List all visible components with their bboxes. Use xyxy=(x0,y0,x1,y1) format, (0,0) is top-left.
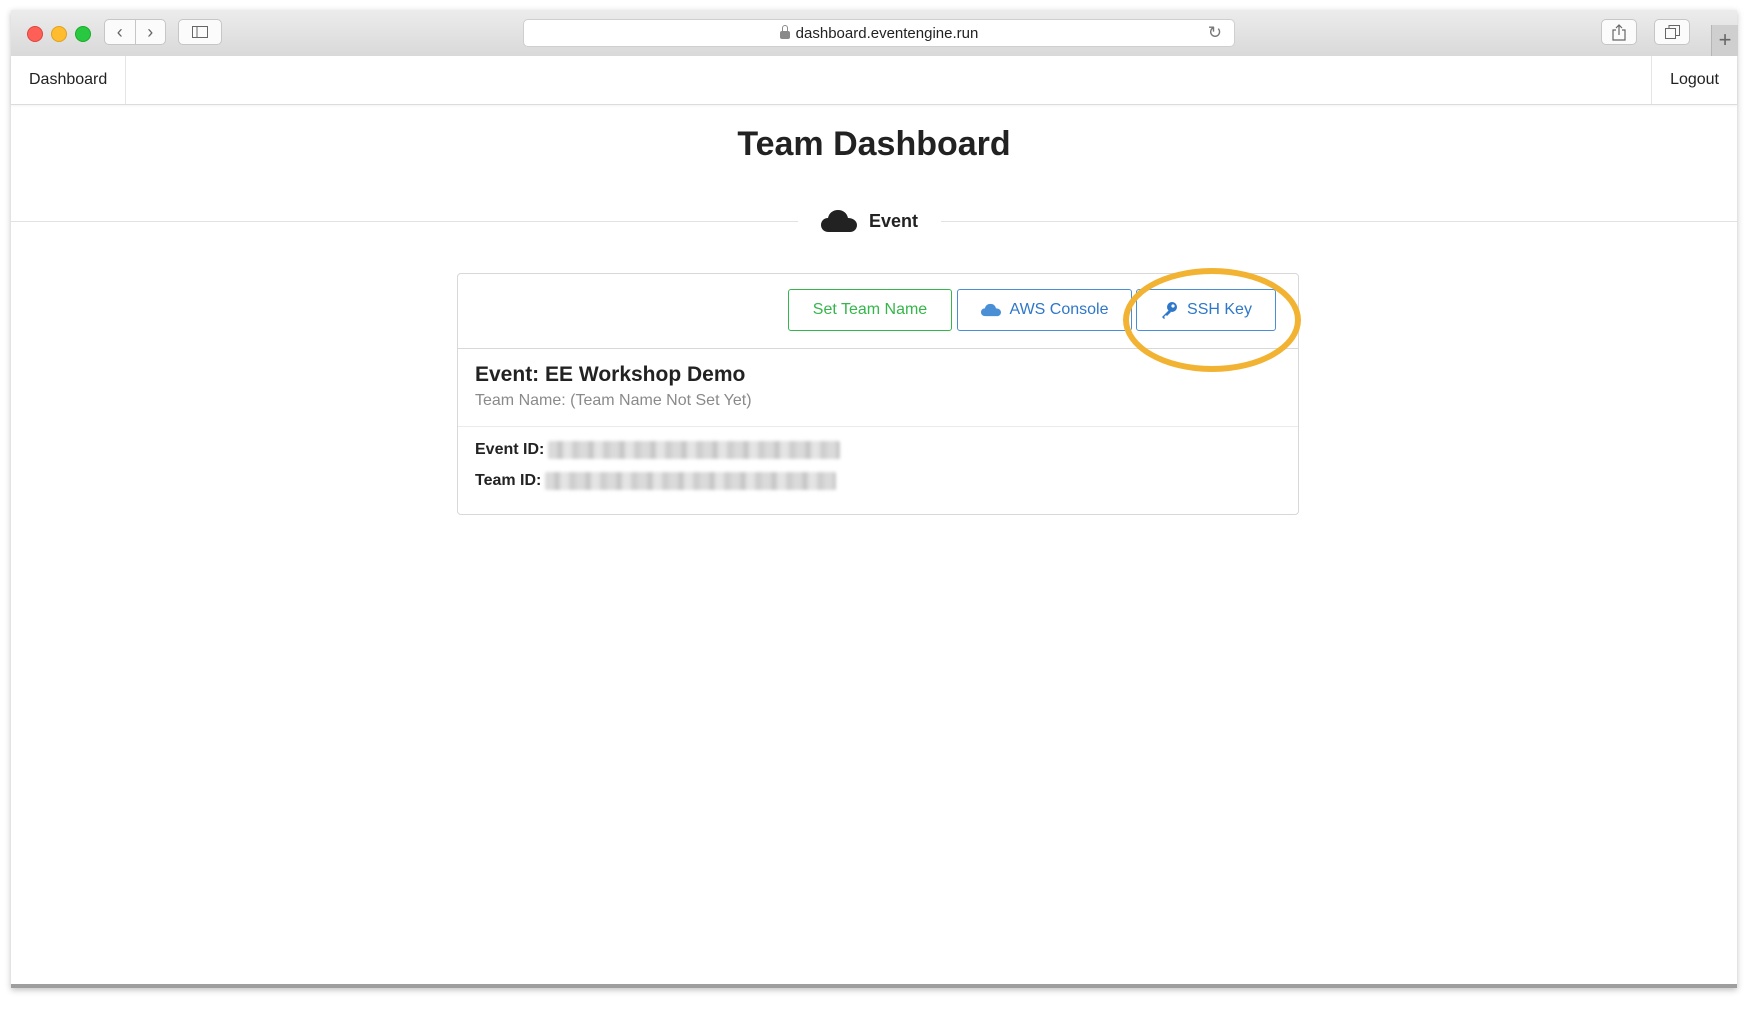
event-title: Event: EE Workshop Demo xyxy=(475,363,745,387)
team-id-row: Team ID: xyxy=(475,472,837,490)
event-title-prefix: Event: xyxy=(475,363,540,386)
tabs-icon xyxy=(1664,25,1680,39)
cloud-icon xyxy=(821,210,857,232)
actions-panel: Set Team Name AWS Console SSH Key xyxy=(457,273,1299,349)
nav-dashboard-link[interactable]: Dashboard xyxy=(11,56,127,104)
cloud-icon xyxy=(980,303,1001,317)
event-id-row: Event ID: xyxy=(475,441,841,459)
app-navbar: Dashboard Logout xyxy=(11,56,1737,105)
share-button[interactable] xyxy=(1601,19,1637,45)
new-tab-button[interactable]: + xyxy=(1711,25,1738,56)
team-name-line: Team Name: (Team Name Not Set Yet) xyxy=(475,392,752,409)
team-id-redacted xyxy=(545,472,837,490)
back-icon[interactable]: ‹ xyxy=(105,20,135,44)
event-id-label: Event ID: xyxy=(475,441,545,458)
section-heading: Event xyxy=(821,206,918,236)
team-id-label: Team ID: xyxy=(475,472,542,489)
close-window-button[interactable] xyxy=(27,26,43,42)
section-divider: Event xyxy=(11,206,1737,236)
address-bar[interactable]: dashboard.eventengine.run ↻ xyxy=(523,19,1235,47)
history-nav-group: ‹ › xyxy=(104,19,166,45)
aws-console-label: AWS Console xyxy=(1009,301,1109,318)
share-icon xyxy=(1612,23,1626,41)
page-title: Team Dashboard xyxy=(737,125,1011,163)
ssh-key-button[interactable]: SSH Key xyxy=(1136,289,1276,331)
section-label: Event xyxy=(869,210,919,231)
ssh-key-label: SSH Key xyxy=(1187,301,1252,318)
browser-titlebar: ‹ › dashboard.eventengine.run ↻ + xyxy=(11,10,1738,57)
event-title-value: EE Workshop Demo xyxy=(545,363,746,386)
zoom-window-button[interactable] xyxy=(75,26,91,42)
url-text: dashboard.eventengine.run xyxy=(795,24,979,42)
event-details-panel: Event: EE Workshop Demo Team Name: (Team… xyxy=(457,349,1299,515)
minimize-window-button[interactable] xyxy=(51,26,67,42)
key-icon xyxy=(1162,302,1178,319)
reload-icon[interactable]: ↻ xyxy=(1208,23,1222,43)
set-team-name-button[interactable]: Set Team Name xyxy=(788,289,952,331)
sidebar-toggle-button[interactable] xyxy=(178,19,222,45)
set-team-name-label: Set Team Name xyxy=(812,301,928,318)
nav-logout-link[interactable]: Logout xyxy=(1651,56,1737,104)
divider-line-right xyxy=(941,221,1737,222)
browser-window: ‹ › dashboard.eventengine.run ↻ + Dashbo… xyxy=(11,10,1738,988)
forward-icon[interactable]: › xyxy=(134,20,166,44)
divider-line-left xyxy=(11,221,798,222)
lock-icon xyxy=(779,25,790,39)
event-id-redacted xyxy=(548,441,841,459)
show-tabs-button[interactable] xyxy=(1654,19,1690,45)
aws-console-button[interactable]: AWS Console xyxy=(957,289,1132,331)
window-bottom-edge xyxy=(11,984,1737,988)
event-header: Event: EE Workshop Demo Team Name: (Team… xyxy=(458,349,1298,427)
sidebar-icon xyxy=(192,26,208,38)
